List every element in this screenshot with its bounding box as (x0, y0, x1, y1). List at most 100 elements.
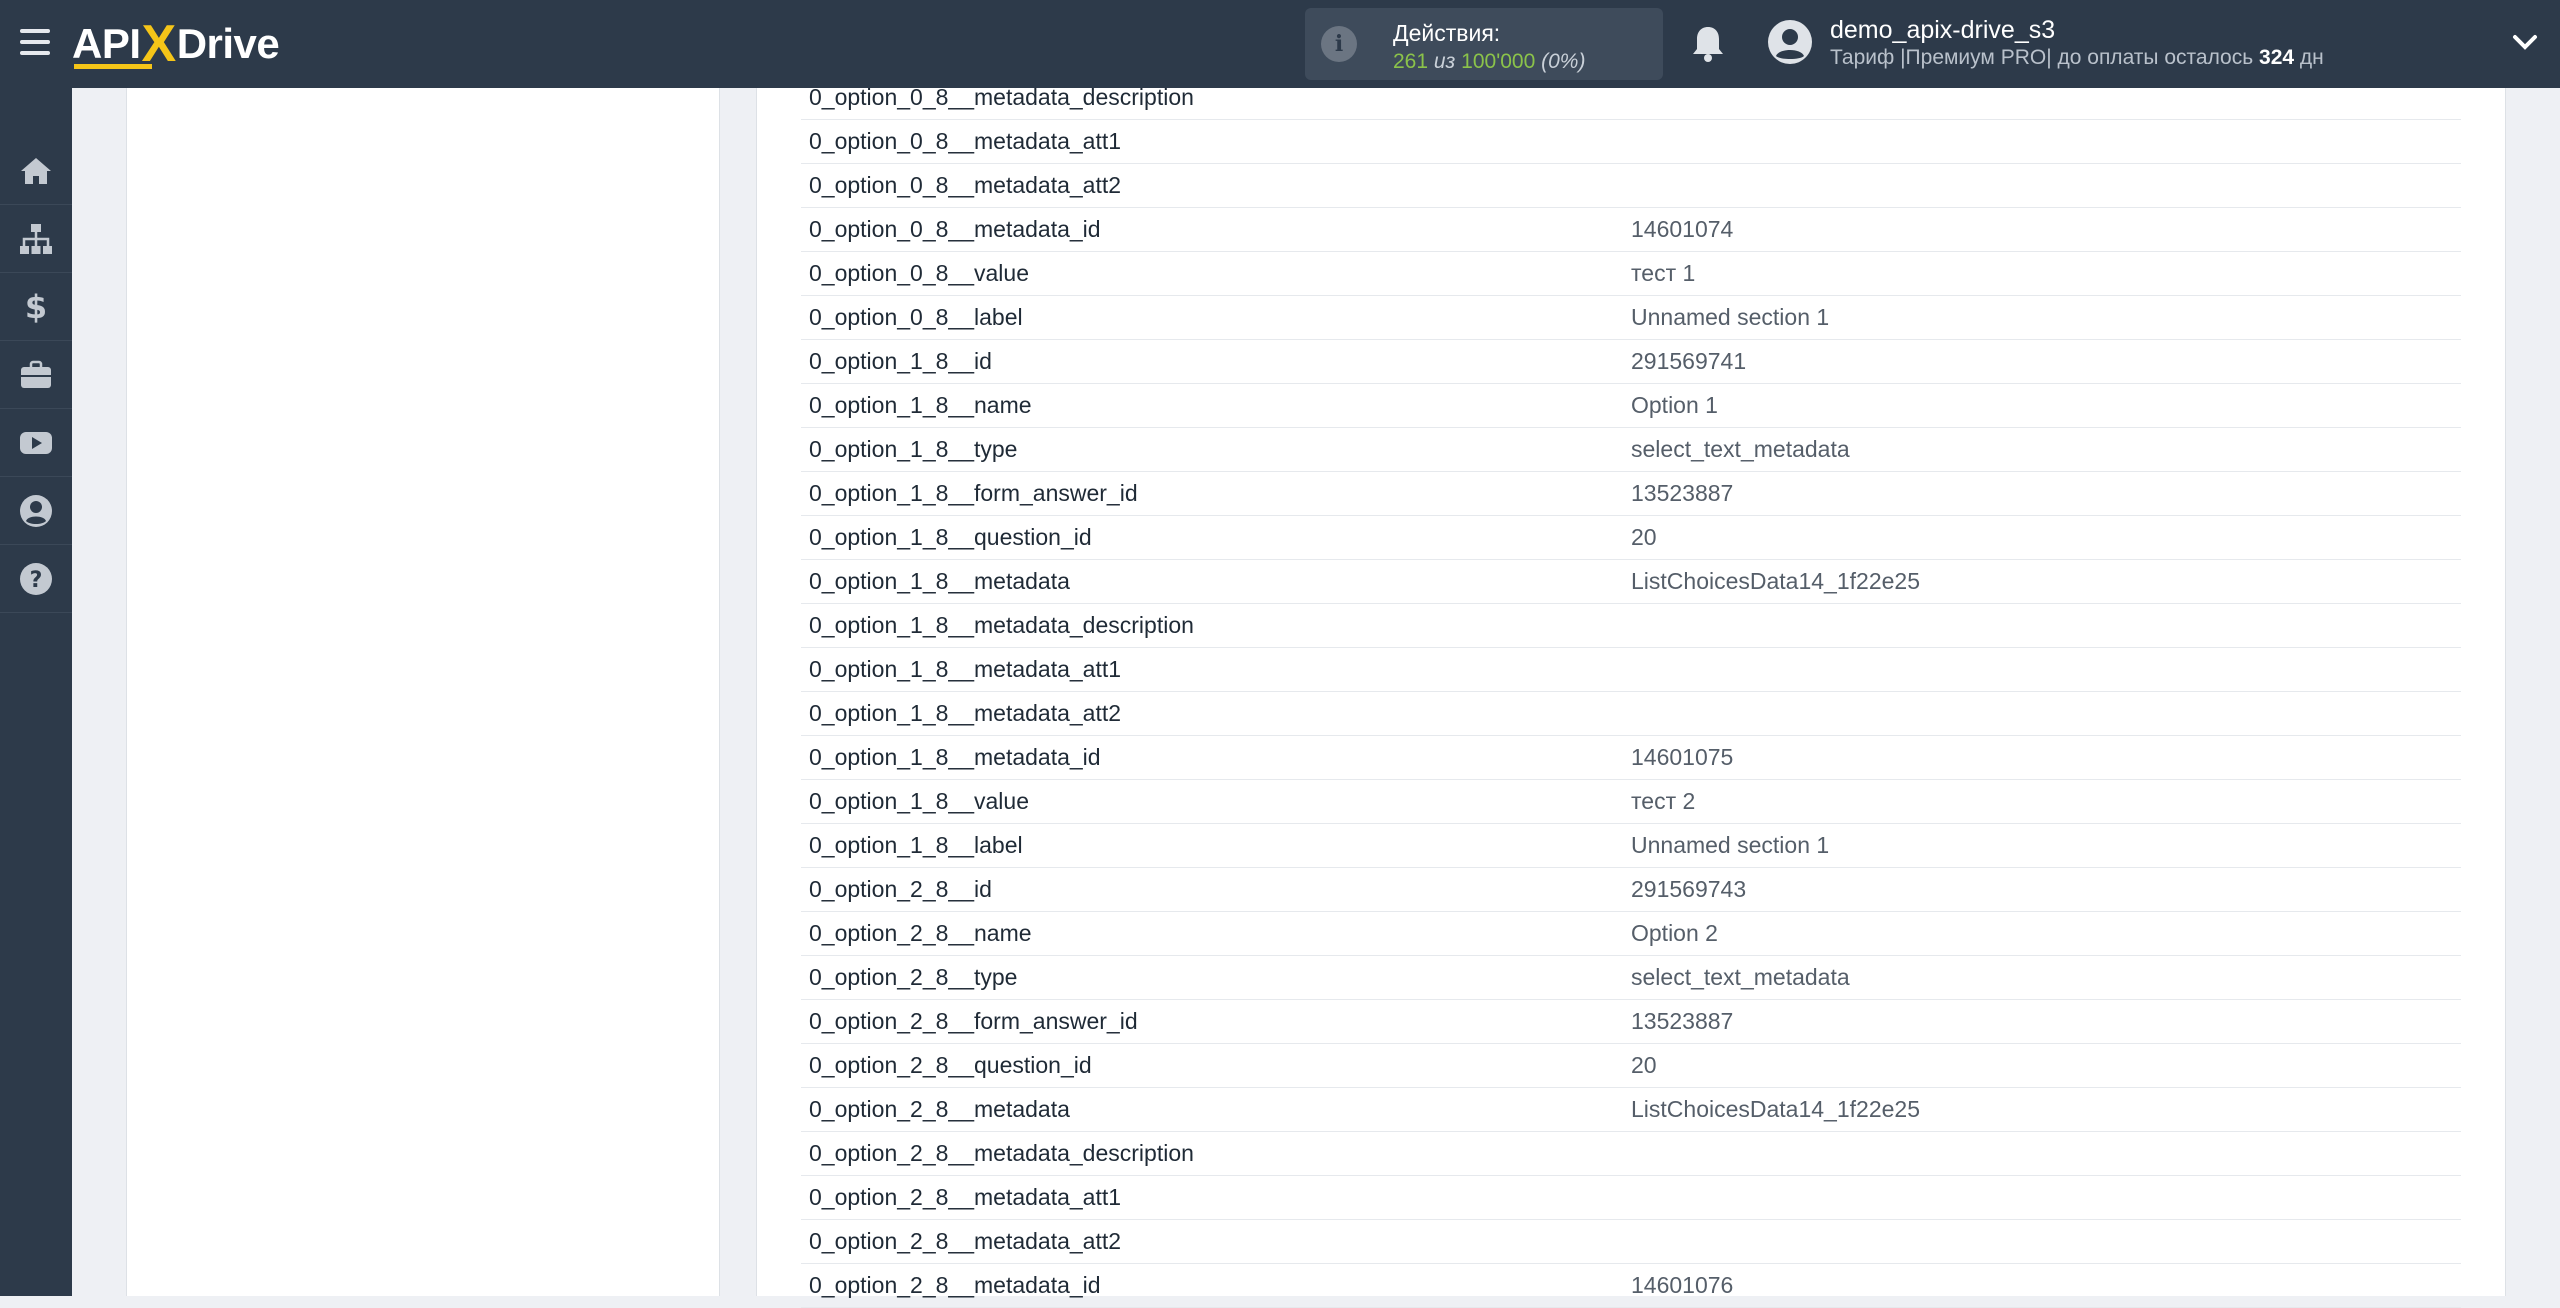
table-row: 0_option_1_8__metadata_att1 (801, 648, 2461, 692)
field-key: 0_option_1_8__name (809, 392, 1032, 418)
field-value: select_text_metadata (1631, 964, 1850, 990)
table-row: 0_option_1_8__label Unnamed section 1 (801, 824, 2461, 868)
field-key: 0_option_1_8__form_answer_id (809, 480, 1138, 506)
field-value: 14601076 (1631, 1272, 1734, 1298)
username[interactable]: demo_apix-drive_s3 (1830, 16, 2055, 45)
chevron-down-icon[interactable] (2512, 32, 2538, 52)
field-key: 0_option_0_8__metadata_att1 (809, 128, 1122, 154)
field-key: 0_option_1_8__question_id (809, 524, 1092, 550)
field-key: 0_option_1_8__id (809, 348, 992, 374)
field-value: select_text_metadata (1631, 436, 1850, 462)
field-key: 0_option_1_8__metadata_id (809, 744, 1101, 770)
table-row: 0_option_1_8__question_id 20 (801, 516, 2461, 560)
avatar-icon[interactable] (1766, 18, 1814, 66)
logo-api-text: API (72, 20, 141, 67)
field-key: 0_option_2_8__metadata_att1 (809, 1184, 1122, 1210)
field-value: 13523887 (1631, 480, 1734, 506)
svg-text:?: ? (30, 568, 43, 593)
actions-total: 100'000 (1461, 50, 1536, 73)
field-key: 0_option_2_8__id (809, 876, 992, 902)
field-value: 291569743 (1631, 876, 1747, 902)
field-key: 0_option_0_8__label (809, 304, 1023, 330)
field-key: 0_option_0_8__metadata_id (809, 216, 1101, 242)
table-row: 0_option_2_8__metadata ListChoicesData14_… (801, 1088, 2461, 1132)
field-value: Option 2 (1631, 920, 1718, 946)
top-bar: API X Drive i Действия: 261 из 100'000 (0%… (0, 0, 2560, 88)
tariff-prefix: Тариф |Премиум PRO| до оплаты осталось (1830, 46, 2260, 69)
table-row: 0_option_2_8__question_id 20 (801, 1044, 2461, 1088)
field-key: 0_option_1_8__metadata_att1 (809, 656, 1122, 682)
actions-used: 261 (1393, 50, 1429, 73)
sidebar-item-profile[interactable] (0, 477, 72, 545)
sidebar-item-services[interactable] (0, 341, 72, 409)
sidebar-item-video[interactable] (0, 409, 72, 477)
table-row: 0_option_1_8__metadata_att2 (801, 692, 2461, 736)
bell-icon[interactable] (1690, 24, 1726, 64)
field-value: ListChoicesData14_1f22e25 (1631, 568, 1920, 594)
user-circle-icon (20, 494, 52, 527)
field-key: 0_option_0_8__metadata_description (809, 84, 1194, 110)
table-row: 0_option_2_8__metadata_id 14601076 (801, 1264, 2461, 1308)
field-key: 0_option_1_8__value (809, 788, 1029, 814)
field-value: ListChoicesData14_1f22e25 (1631, 1096, 1920, 1122)
field-value: 20 (1631, 1052, 1657, 1078)
table-row: 0_option_2_8__id 291569743 (801, 868, 2461, 912)
field-key: 0_option_2_8__metadata (809, 1096, 1070, 1122)
youtube-icon (20, 431, 52, 454)
table-row: 0_option_0_8__metadata_description (801, 76, 2461, 120)
main-panel: 0_option_0_8__metadata_description 0_opti… (756, 84, 2506, 1308)
table-row: 0_option_1_8__name Option 1 (801, 384, 2461, 428)
help-icon: ? (20, 562, 52, 595)
field-key: 0_option_1_8__metadata (809, 568, 1070, 594)
field-value: 14601075 (1631, 744, 1734, 770)
sitemap-icon (20, 223, 52, 254)
field-value: Unnamed section 1 (1631, 832, 1830, 858)
actions-count: 261 из 100'000 (0%) (1393, 50, 1585, 74)
field-value: 13523887 (1631, 1008, 1734, 1034)
field-value: тест 1 (1631, 260, 1696, 286)
sidebar-item-help[interactable]: ? (0, 545, 72, 613)
table-row: 0_option_0_8__value тест 1 (801, 252, 2461, 296)
table-row: 0_option_2_8__metadata_att2 (801, 1220, 2461, 1264)
actions-of: из (1428, 50, 1462, 73)
field-value: тест 2 (1631, 788, 1696, 814)
info-icon: i (1321, 26, 1357, 62)
table-row: 0_option_0_8__label Unnamed section 1 (801, 296, 2461, 340)
field-key: 0_option_1_8__type (809, 436, 1018, 462)
field-key: 0_option_2_8__metadata_description (809, 1140, 1194, 1166)
field-value: Option 1 (1631, 392, 1718, 418)
field-key: 0_option_2_8__type (809, 964, 1018, 990)
table-row: 0_option_1_8__type select_text_metadata (801, 428, 2461, 472)
field-key: 0_option_0_8__metadata_att2 (809, 172, 1122, 198)
table-row: 0_option_1_8__metadata_id 14601075 (801, 736, 2461, 780)
table-row: 0_option_1_8__metadata ListChoicesData14_… (801, 560, 2461, 604)
sidebar-item-home[interactable] (0, 137, 72, 205)
tariff-suffix: дн (2294, 46, 2324, 69)
table-row: 0_option_1_8__id 291569741 (801, 340, 2461, 384)
field-key: 0_option_0_8__value (809, 260, 1029, 286)
menu-icon[interactable] (20, 29, 50, 55)
table-row: 0_option_2_8__form_answer_id 13523887 (801, 1000, 2461, 1044)
table-row: 0_option_1_8__metadata_description (801, 604, 2461, 648)
actions-label: Действия: (1393, 20, 1501, 46)
field-key: 0_option_1_8__metadata_description (809, 612, 1194, 638)
table-row: 0_option_0_8__metadata_id 14601074 (801, 208, 2461, 252)
field-key: 0_option_2_8__name (809, 920, 1032, 946)
sidebar-item-connections[interactable] (0, 205, 72, 273)
field-key: 0_option_1_8__label (809, 832, 1023, 858)
tariff-days: 324 (2259, 46, 2295, 69)
svg-text:$: $ (25, 289, 47, 325)
sidebar-item-billing[interactable]: $ (0, 273, 72, 341)
apix-drive-logo[interactable]: API X Drive (72, 14, 280, 74)
field-key: 0_option_2_8__metadata_id (809, 1272, 1101, 1298)
actions-counter: i Действия: 261 из 100'000 (0%) (1305, 8, 1663, 80)
field-value: 291569741 (1631, 348, 1747, 374)
actions-percent: (0%) (1535, 50, 1586, 73)
field-key: 0_option_1_8__metadata_att2 (809, 700, 1122, 726)
table-row: 0_option_2_8__type select_text_metadata (801, 956, 2461, 1000)
table-row: 0_option_2_8__metadata_description (801, 1132, 2461, 1176)
table-row: 0_option_0_8__metadata_att2 (801, 164, 2461, 208)
table-row: 0_option_2_8__metadata_att1 (801, 1176, 2461, 1220)
logo-underline (74, 64, 152, 69)
briefcase-icon (21, 360, 51, 388)
